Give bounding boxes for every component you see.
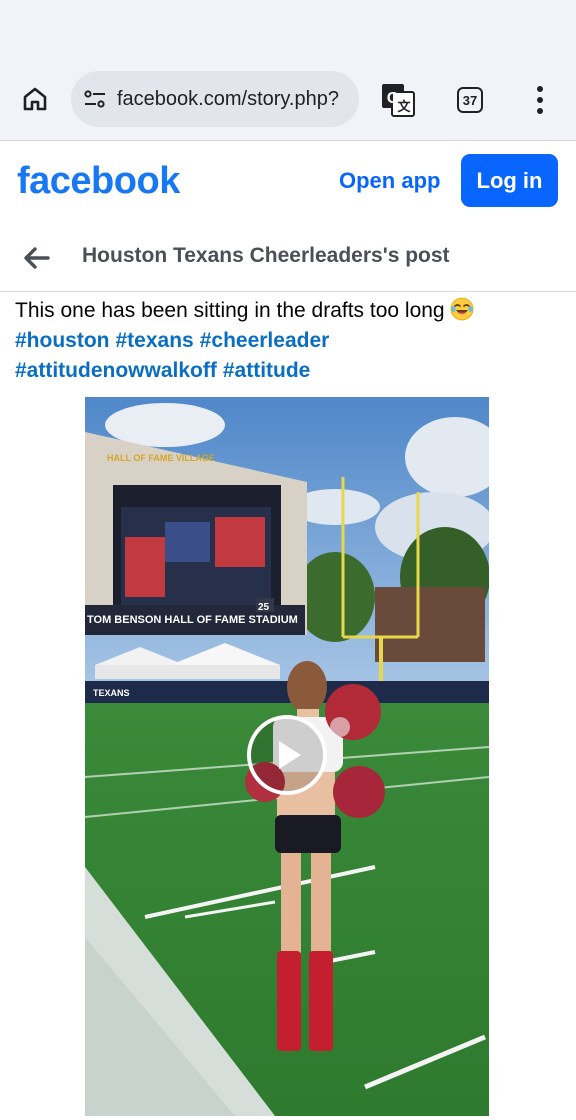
tabs-button[interactable]: 37 xyxy=(452,82,488,118)
back-button[interactable] xyxy=(20,242,52,274)
stadium-sign: TOM BENSON HALL OF FAME STADIUM xyxy=(87,614,298,626)
tabs-icon: 37 xyxy=(457,87,483,113)
play-icon xyxy=(279,741,301,769)
open-app-link[interactable]: Open app xyxy=(339,168,440,194)
back-arrow-icon xyxy=(24,247,50,269)
hashtag-attitudenowwalkoff[interactable]: #attitudenowwalkoff xyxy=(15,359,217,382)
more-vert-icon[interactable] xyxy=(524,80,556,120)
play-button[interactable] xyxy=(247,715,327,795)
svg-text:文: 文 xyxy=(397,99,411,114)
screen-number: 25 xyxy=(258,602,270,613)
facebook-logo[interactable]: facebook xyxy=(17,160,180,203)
hashtag-houston[interactable]: #houston xyxy=(15,329,110,352)
url-text: facebook.com/story.php? xyxy=(117,87,339,110)
hashtag-list: #houston #texans #cheerleader #attitudenow… xyxy=(15,326,565,386)
banner-text: TEXANS xyxy=(93,688,130,698)
address-bar[interactable]: facebook.com/story.php? xyxy=(71,71,359,127)
venue-logo: HALL OF FAME VILLAGE xyxy=(107,453,215,463)
home-icon xyxy=(23,87,47,111)
home-button[interactable] xyxy=(14,78,56,120)
laughing-crying-emoji-icon xyxy=(451,297,474,321)
post-video[interactable]: TOM BENSON HALL OF FAME STADIUM HALL OF … xyxy=(85,397,489,1116)
browser-toolbar: facebook.com/story.php? G 文 37 xyxy=(0,0,576,141)
translate-button[interactable]: G 文 xyxy=(378,80,418,120)
translate-icon: G 文 xyxy=(382,84,415,117)
login-button[interactable]: Log in xyxy=(461,154,558,207)
hashtag-cheerleader[interactable]: #cheerleader xyxy=(200,329,330,352)
hashtag-texans[interactable]: #texans xyxy=(116,329,194,352)
post-text: This one has been sitting in the drafts … xyxy=(15,296,565,386)
facebook-header: facebook Open app Log in xyxy=(0,142,576,222)
site-settings-icon[interactable] xyxy=(83,87,107,111)
post-title: Houston Texans Cheerleaders's post xyxy=(82,244,450,267)
post-body: This one has been sitting in the drafts … xyxy=(15,299,445,322)
post-title-bar: Houston Texans Cheerleaders's post xyxy=(0,224,576,292)
hashtag-attitude[interactable]: #attitude xyxy=(223,359,311,382)
